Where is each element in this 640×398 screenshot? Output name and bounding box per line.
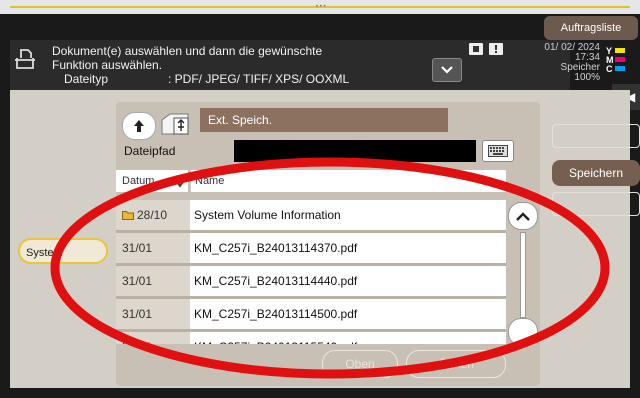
handle-dots: • • •	[316, 4, 326, 10]
arrow-up-icon	[134, 120, 144, 132]
toner-cyan: C	[606, 64, 636, 74]
filetype-label: Dateityp	[64, 72, 109, 86]
filetype-value: : PDF/ JPEG/ TIFF/ XPS/ OOXML	[168, 72, 350, 86]
file-date: 31/01	[116, 332, 190, 344]
file-name: KM_C257i_B24013114500.pdf	[190, 299, 506, 329]
system-tab-button[interactable]: System	[18, 238, 108, 264]
file-path-field	[234, 140, 476, 162]
scroll-up-button[interactable]	[508, 202, 538, 230]
usb-storage-icon	[161, 113, 189, 135]
chevron-down-icon	[441, 66, 453, 74]
document-icon	[15, 49, 35, 69]
list-item[interactable]: 31/01 KM_C257i_B24013115540.pdf	[116, 332, 506, 344]
instruction-text-line2: Funktion auswählen.	[52, 58, 163, 72]
keyboard-button[interactable]	[482, 140, 514, 162]
list-item[interactable]: 31/01 KM_C257i_B24013114500.pdf	[116, 299, 506, 332]
file-date: 31/01	[116, 266, 190, 296]
file-date: 31/01	[116, 299, 190, 329]
instruction-text-line1: Dokument(e) auswählen und dann die gewün…	[52, 44, 323, 58]
sort-descending-icon	[173, 177, 187, 188]
file-name: System Volume Information	[190, 200, 506, 230]
chevron-up-icon	[516, 211, 530, 221]
file-date: 31/01	[116, 233, 190, 263]
disabled-side-button	[552, 124, 640, 148]
file-name: KM_C257i_B24013114440.pdf	[190, 266, 506, 296]
file-name: KM_C257i_B24013115540.pdf	[190, 332, 506, 344]
name-column-header[interactable]: Name	[190, 170, 506, 192]
file-date: 28/10	[116, 200, 190, 230]
status-datetime: 01/ 02/ 2024 17:34 Speicher 100%	[520, 43, 600, 83]
list-item[interactable]: 31/01 KM_C257i_B24013114440.pdf	[116, 266, 506, 299]
list-item[interactable]: 31/01 KM_C257i_B24013114370.pdf	[116, 233, 506, 266]
disabled-side-button	[552, 192, 640, 216]
storage-location-label: Ext. Speich.	[200, 108, 448, 132]
job-list-button[interactable]: Auftragsliste	[544, 16, 638, 40]
scroll-down-button[interactable]	[508, 318, 538, 346]
save-button[interactable]: Speichern	[552, 160, 640, 186]
keyboard-icon	[488, 145, 508, 157]
open-button[interactable]: Öffnen	[406, 350, 506, 378]
toner-levels: Y M C	[606, 46, 636, 74]
top-button[interactable]: Oben	[322, 350, 398, 378]
folder-up-button[interactable]	[122, 112, 156, 140]
folder-icon	[122, 211, 134, 220]
memory-value: 100%	[574, 72, 600, 83]
file-path-label: Dateipfad	[124, 144, 176, 158]
storage-status-icon	[469, 43, 483, 55]
scrollbar[interactable]	[520, 232, 526, 318]
warning-icon	[489, 43, 503, 55]
list-item[interactable]: 28/10 System Volume Information	[116, 200, 506, 233]
expand-message-button[interactable]	[432, 58, 462, 82]
file-name: KM_C257i_B24013114370.pdf	[190, 233, 506, 263]
file-list: 28/10 System Volume Information 31/01 KM…	[116, 200, 506, 344]
